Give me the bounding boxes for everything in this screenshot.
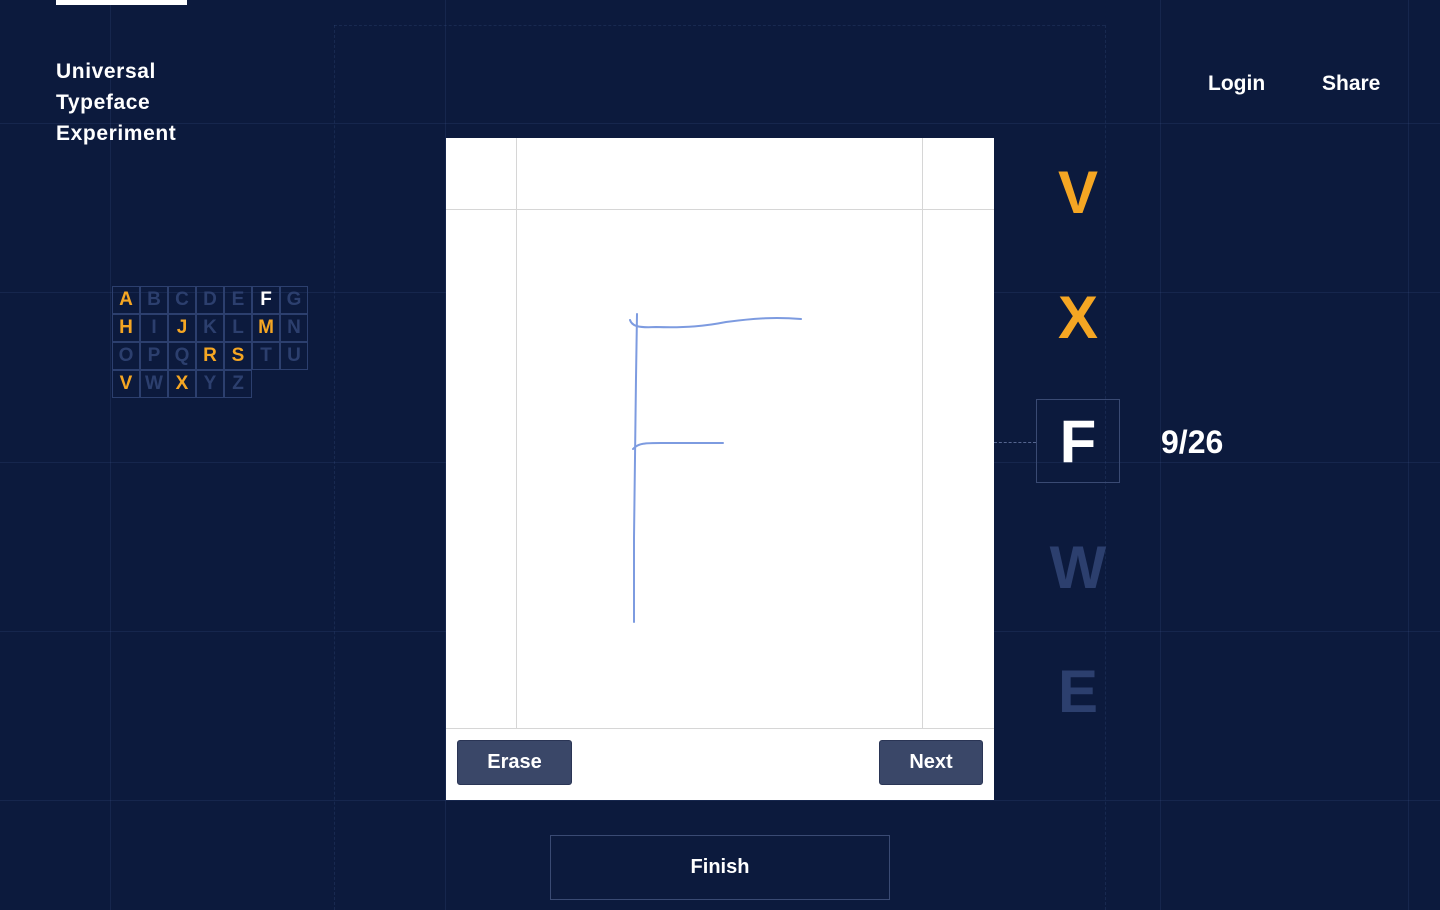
alphabet-cell-k[interactable]: K — [196, 314, 224, 342]
brand-title[interactable]: Universal Typeface Experiment — [56, 56, 176, 149]
login-link[interactable]: Login — [1208, 72, 1265, 96]
alphabet-cell-b[interactable]: B — [140, 286, 168, 314]
brand-line-2: Typeface — [56, 91, 151, 114]
alphabet-cell-o[interactable]: O — [112, 342, 140, 370]
drawing-canvas[interactable]: Erase Next — [446, 138, 994, 800]
alphabet-cell-p[interactable]: P — [140, 342, 168, 370]
alphabet-cell-s[interactable]: S — [224, 342, 252, 370]
queue-previous-letter: V — [1057, 159, 1099, 226]
alphabet-cell-a[interactable]: A — [112, 286, 140, 314]
alphabet-cell-l[interactable]: L — [224, 314, 252, 342]
current-letter-box: F — [1036, 399, 1120, 483]
alphabet-cell-i[interactable]: I — [140, 314, 168, 342]
alphabet-cell-u[interactable]: U — [280, 342, 308, 370]
top-accent-bar — [56, 0, 187, 5]
alphabet-cell-h[interactable]: H — [112, 314, 140, 342]
drawn-stroke — [629, 313, 802, 623]
alphabet-cell-t[interactable]: T — [252, 342, 280, 370]
next-button[interactable]: Next — [879, 740, 983, 785]
alphabet-cell-y[interactable]: Y — [196, 370, 224, 398]
brand-line-1: Universal — [56, 60, 156, 83]
alphabet-cell-r[interactable]: R — [196, 342, 224, 370]
alphabet-cell-x[interactable]: X — [168, 370, 196, 398]
queue-next-letter: W — [1049, 534, 1107, 601]
share-link[interactable]: Share — [1322, 72, 1380, 96]
queue-next-letter: E — [1057, 658, 1099, 725]
alphabet-cell-f[interactable]: F — [252, 286, 280, 314]
alphabet-grid: ABCDEFG HIJKLMN OPQRSTU VWXYZ — [112, 286, 308, 398]
queue-previous-letter: X — [1057, 284, 1099, 351]
alphabet-cell-v[interactable]: V — [112, 370, 140, 398]
alphabet-cell-m[interactable]: M — [252, 314, 280, 342]
alphabet-cell-w[interactable]: W — [140, 370, 168, 398]
alphabet-cell-e[interactable]: E — [224, 286, 252, 314]
progress-counter: 9/26 — [1161, 424, 1224, 460]
alphabet-cell-q[interactable]: Q — [168, 342, 196, 370]
alphabet-cell-g[interactable]: G — [280, 286, 308, 314]
alphabet-cell-d[interactable]: D — [196, 286, 224, 314]
finish-button[interactable]: Finish — [550, 835, 890, 900]
alphabet-cell-n[interactable]: N — [280, 314, 308, 342]
alphabet-cell-z[interactable]: Z — [224, 370, 252, 398]
alphabet-cell-c[interactable]: C — [168, 286, 196, 314]
erase-button[interactable]: Erase — [457, 740, 572, 785]
alphabet-cell-j[interactable]: J — [168, 314, 196, 342]
brand-line-3: Experiment — [56, 122, 177, 145]
current-letter-connector — [994, 442, 1036, 443]
